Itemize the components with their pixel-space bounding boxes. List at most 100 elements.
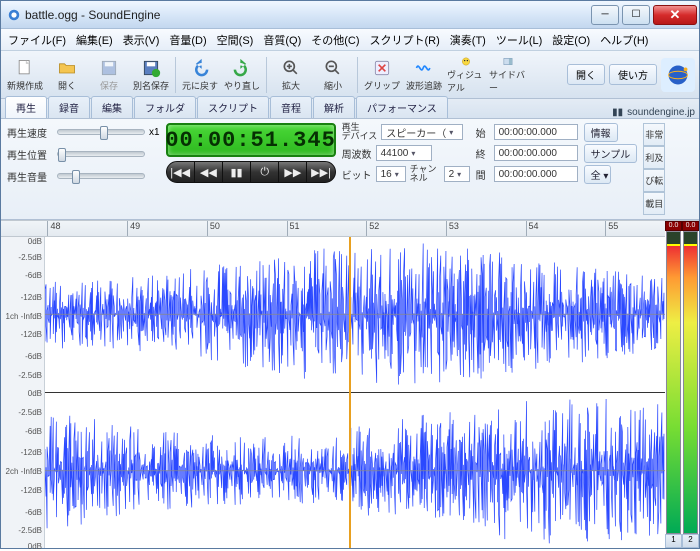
tab-script[interactable]: スクリプト <box>197 96 269 118</box>
tab-folder[interactable]: フォルダ <box>134 96 196 118</box>
save-button[interactable]: 保存 <box>89 55 129 95</box>
freq-select[interactable]: 44100 <box>376 145 432 161</box>
freq-label: 周波数 <box>342 146 372 161</box>
menu-script[interactable]: スクリプト(R) <box>365 29 445 51</box>
level-meters: 0.00.0 12 <box>665 221 699 548</box>
sidetab-0[interactable]: 非常 <box>643 123 665 146</box>
pos-label: 再生位置 <box>7 147 53 162</box>
open-side-tab[interactable]: 開く <box>567 64 605 85</box>
pos-slider[interactable] <box>57 151 145 157</box>
sample-button[interactable]: サンプル <box>584 144 638 163</box>
site-label[interactable]: soundengine.jp <box>627 107 695 118</box>
menubar: ファイル(F) 編集(E) 表示(V) 音量(D) 空間(S) 音質(Q) その… <box>1 29 699 51</box>
open-button[interactable]: 開く <box>47 55 87 95</box>
new-button[interactable]: 新規作成 <box>5 55 45 95</box>
meter-peak-l: 0.0 <box>665 221 682 231</box>
ruler-tick: 49 <box>127 221 140 236</box>
tab-analyze[interactable]: 解析 <box>313 96 355 118</box>
window-title: battle.ogg - SoundEngine <box>25 8 588 22</box>
bit-select[interactable]: 16 <box>376 166 406 182</box>
waveform-area: 48 49 50 51 52 53 54 55 0dB -2.5dB -6dB … <box>1 220 699 548</box>
saveas-button[interactable]: 別名保存 <box>131 55 171 95</box>
forward-button[interactable]: ▶▶ <box>279 162 307 182</box>
end-field[interactable]: 00:00:00.000 <box>494 145 578 161</box>
end-label: 終 <box>476 146 490 161</box>
sidetab-2[interactable]: び転 <box>643 169 665 192</box>
howto-side-tab[interactable]: 使い方 <box>609 64 657 85</box>
timecode-display: 00:00:51.345 <box>166 123 336 157</box>
subtabs: 再生 録音 編集 フォルダ スクリプト 音程 解析 パフォーマンス ▮▮ sou… <box>1 99 699 119</box>
waveform-tracks[interactable] <box>45 237 665 548</box>
tab-edit[interactable]: 編集 <box>91 96 133 118</box>
device-select[interactable]: スピーカー（ <box>381 124 463 140</box>
ruler-tick: 52 <box>366 221 379 236</box>
start-label: 始 <box>476 125 490 140</box>
zoomin-button[interactable]: 拡大 <box>271 55 311 95</box>
menu-quality[interactable]: 音質(Q) <box>258 29 306 51</box>
menu-help[interactable]: ヘルプ(H) <box>595 29 653 51</box>
sidetab-3[interactable]: 載目 <box>643 192 665 215</box>
wavetrack-button[interactable]: 波形追跡 <box>404 55 444 95</box>
tab-record[interactable]: 録音 <box>48 96 90 118</box>
vol-slider[interactable] <box>57 173 145 179</box>
ruler-tick: 53 <box>446 221 459 236</box>
info-button[interactable]: 情報 <box>584 123 618 142</box>
track-ch1 <box>45 237 665 393</box>
menu-file[interactable]: ファイル(F) <box>3 29 71 51</box>
ruler-tick: 51 <box>287 221 300 236</box>
side-tabs: 非常 利及 び転 載目 <box>643 123 665 215</box>
db-gutter: 0dB -2.5dB -6dB -12dB 1ch -InfdB -12dB -… <box>1 237 45 548</box>
app-icon <box>7 8 21 22</box>
menu-view[interactable]: 表示(V) <box>118 29 165 51</box>
playhead-cursor[interactable] <box>349 237 351 548</box>
sidetab-1[interactable]: 利及 <box>643 146 665 169</box>
ruler-tick: 55 <box>605 221 618 236</box>
toolbar: 新規作成 開く 保存 別名保存 元に戻す やり直し 拡大 縮小 グリップ 波形追… <box>1 51 699 99</box>
meter-btn-1[interactable]: 1 <box>665 534 682 548</box>
menu-tool[interactable]: ツール(L) <box>491 29 547 51</box>
meter-peak-r: 0.0 <box>682 221 699 231</box>
meter-channel-buttons: 12 <box>665 534 699 548</box>
close-button[interactable]: ✕ <box>653 5 697 25</box>
undo-button[interactable]: 元に戻す <box>180 55 220 95</box>
logo-icon <box>661 58 695 92</box>
meter-right <box>683 231 698 534</box>
visual-button[interactable]: ヴィジュアル <box>446 55 486 95</box>
gap-field[interactable]: 00:00:00.000 <box>494 166 578 182</box>
rewind-button[interactable]: ◀◀ <box>195 162 223 182</box>
tab-play[interactable]: 再生 <box>5 96 47 118</box>
control-panel: 再生速度 x1 再生位置 再生音量 00:00:51.345 |◀◀ ◀◀ ▮▮ … <box>1 119 699 220</box>
stop-button[interactable]: ⏻ <box>251 162 279 182</box>
menu-play[interactable]: 演奏(T) <box>445 29 491 51</box>
menu-volume[interactable]: 音量(D) <box>164 29 211 51</box>
start-field[interactable]: 00:00:00.000 <box>494 124 578 140</box>
redo-button[interactable]: やり直し <box>222 55 262 95</box>
menu-space[interactable]: 空間(S) <box>212 29 259 51</box>
speed-value: x1 <box>149 127 160 138</box>
device-label: 再生 デバイス <box>342 123 378 141</box>
vol-label: 再生音量 <box>7 169 53 184</box>
titlebar: battle.ogg - SoundEngine ─ ☐ ✕ <box>1 1 699 29</box>
skip-end-button[interactable]: ▶▶| <box>307 162 334 182</box>
grip-button[interactable]: グリップ <box>362 55 402 95</box>
ch-select[interactable]: 2 <box>444 166 470 182</box>
pause-button[interactable]: ▮▮ <box>223 162 251 182</box>
speed-slider[interactable] <box>57 129 145 135</box>
tab-pitch[interactable]: 音程 <box>270 96 312 118</box>
ruler-tick: 50 <box>207 221 220 236</box>
menu-other[interactable]: その他(C) <box>306 29 364 51</box>
menu-settings[interactable]: 設定(O) <box>547 29 595 51</box>
zoomout-button[interactable]: 縮小 <box>313 55 353 95</box>
menu-edit[interactable]: 編集(E) <box>71 29 118 51</box>
all-button[interactable]: 全 ▾ <box>584 165 612 184</box>
sidebar-button[interactable]: サイドバー <box>488 55 528 95</box>
minimize-button[interactable]: ─ <box>591 5 619 25</box>
gap-label: 間 <box>476 167 490 182</box>
maximize-button[interactable]: ☐ <box>622 5 650 25</box>
transport: |◀◀ ◀◀ ▮▮ ⏻ ▶▶ ▶▶| <box>166 161 336 183</box>
meter-btn-2[interactable]: 2 <box>682 534 699 548</box>
tab-perf[interactable]: パフォーマンス <box>356 96 448 118</box>
skip-start-button[interactable]: |◀◀ <box>167 162 195 182</box>
speed-label: 再生速度 <box>7 125 53 140</box>
time-ruler[interactable]: 48 49 50 51 52 53 54 55 <box>1 221 665 237</box>
